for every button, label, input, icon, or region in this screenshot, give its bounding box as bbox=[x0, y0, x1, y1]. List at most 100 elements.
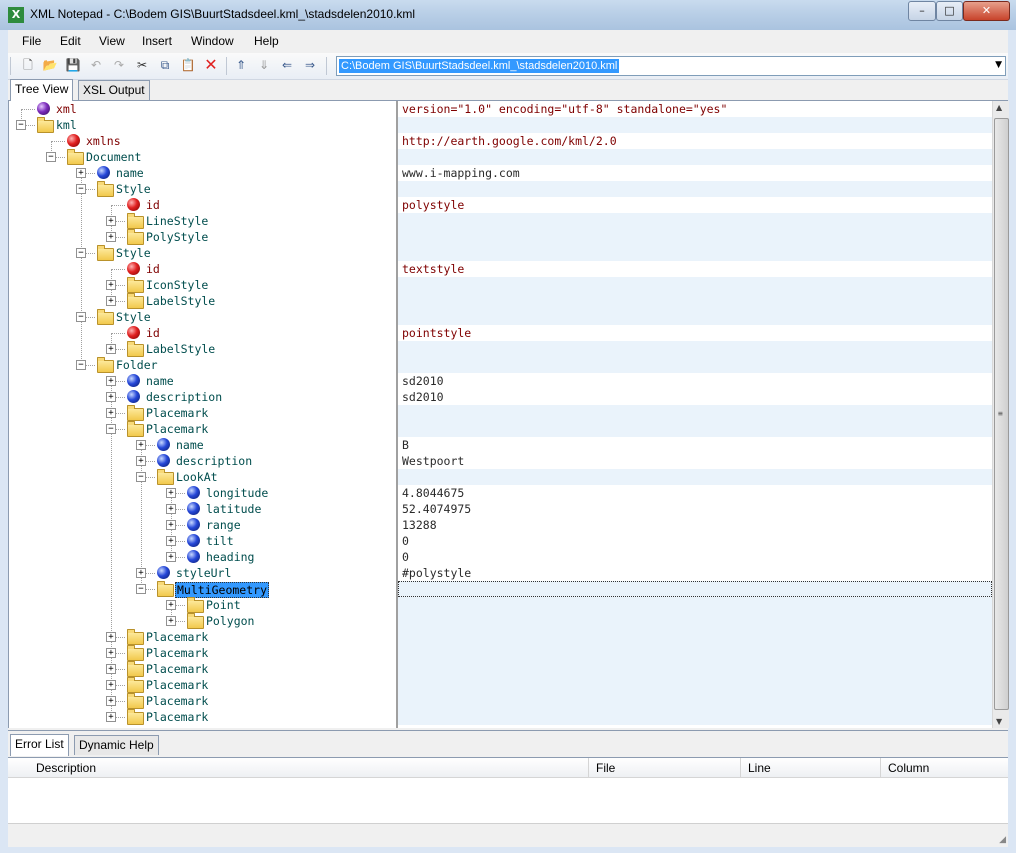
open-icon[interactable]: 📂 bbox=[42, 57, 58, 73]
expand-icon[interactable]: + bbox=[166, 520, 176, 530]
expand-icon[interactable]: + bbox=[166, 600, 176, 610]
tree-node-label[interactable]: Style bbox=[115, 246, 152, 260]
scrollbar-thumb[interactable]: ≡ bbox=[994, 118, 1009, 710]
node-value-row[interactable]: 0 bbox=[398, 549, 992, 565]
expand-icon[interactable]: + bbox=[166, 504, 176, 514]
redo-icon[interactable]: ↷ bbox=[111, 57, 127, 73]
expand-icon[interactable]: + bbox=[166, 488, 176, 498]
tree-node-labelstyle[interactable]: + LabelStyle bbox=[9, 293, 397, 309]
tree-node-lookat[interactable]: − LookAt bbox=[9, 469, 397, 485]
tree-node-id[interactable]: id bbox=[9, 261, 397, 277]
location-combobox[interactable]: C:\Bodem GIS\BuurtStadsdeel.kml_\stadsde… bbox=[336, 56, 1006, 76]
close-button[interactable]: ✕ bbox=[963, 1, 1010, 21]
node-value-row[interactable]: #polystyle bbox=[398, 565, 992, 581]
tree-node-label[interactable]: longitude bbox=[205, 486, 269, 500]
collapse-icon[interactable]: − bbox=[76, 184, 86, 194]
copy-icon[interactable]: ⧉ bbox=[157, 57, 173, 73]
expand-icon[interactable]: + bbox=[106, 680, 116, 690]
expand-icon[interactable]: + bbox=[136, 440, 146, 450]
expand-icon[interactable]: + bbox=[106, 392, 116, 402]
node-value-text[interactable]: 52.4074975 bbox=[402, 502, 471, 516]
tree-node-placemark[interactable]: + Placemark bbox=[9, 645, 397, 661]
tree-node-label[interactable]: Folder bbox=[115, 358, 159, 372]
minimize-button[interactable]: – bbox=[908, 1, 936, 21]
cut-icon[interactable]: ✂ bbox=[134, 57, 150, 73]
tree-node-label[interactable]: id bbox=[145, 262, 161, 276]
expand-icon[interactable]: + bbox=[136, 568, 146, 578]
nudge-left-icon[interactable]: ⇐ bbox=[279, 57, 295, 73]
tree-node-name[interactable]: + name bbox=[9, 165, 397, 181]
node-value-row[interactable] bbox=[398, 229, 992, 245]
node-value-row[interactable] bbox=[398, 629, 992, 645]
node-value-row[interactable] bbox=[398, 469, 992, 485]
tree-node-label[interactable]: Style bbox=[115, 310, 152, 324]
node-value-text[interactable]: textstyle bbox=[402, 262, 464, 276]
collapse-icon[interactable]: − bbox=[136, 584, 146, 594]
node-value-row[interactable]: polystyle bbox=[398, 197, 992, 213]
menu-edit[interactable]: Edit bbox=[60, 34, 81, 48]
scroll-down-arrow-icon[interactable]: ▼ bbox=[996, 717, 1002, 726]
tree-node-document[interactable]: − Document bbox=[9, 149, 397, 165]
tree-node-label[interactable]: description bbox=[175, 454, 253, 468]
node-value-row[interactable] bbox=[398, 149, 992, 165]
column-column[interactable]: Column bbox=[888, 761, 929, 775]
tree-node-label[interactable]: LabelStyle bbox=[145, 294, 216, 308]
tree-node-label[interactable]: LookAt bbox=[175, 470, 219, 484]
node-value-row[interactable] bbox=[398, 597, 992, 613]
node-value-row[interactable]: 0 bbox=[398, 533, 992, 549]
expand-icon[interactable]: + bbox=[106, 344, 116, 354]
tree-node-label[interactable]: Placemark bbox=[145, 694, 209, 708]
tree-node-label[interactable]: styleUrl bbox=[175, 566, 232, 580]
menu-insert[interactable]: Insert bbox=[142, 34, 172, 48]
expand-icon[interactable]: + bbox=[106, 664, 116, 674]
node-value-pane[interactable]: version="1.0" encoding="utf-8" standalon… bbox=[398, 101, 992, 728]
menu-file[interactable]: File bbox=[22, 34, 41, 48]
collapse-icon[interactable]: − bbox=[106, 424, 116, 434]
expand-icon[interactable]: + bbox=[106, 648, 116, 658]
node-value-row[interactable]: Westpoort bbox=[398, 453, 992, 469]
maximize-button[interactable]: □ bbox=[936, 1, 963, 21]
node-value-row[interactable]: sd2010 bbox=[398, 373, 992, 389]
tree-node-label[interactable]: Placemark bbox=[145, 662, 209, 676]
resize-grip-icon[interactable]: ◢ bbox=[999, 835, 1006, 845]
tree-node-linestyle[interactable]: + LineStyle bbox=[9, 213, 397, 229]
column-separator[interactable] bbox=[588, 758, 589, 777]
tree-node-xml[interactable]: xml bbox=[9, 101, 397, 117]
node-value-row[interactable] bbox=[398, 693, 992, 709]
menu-help[interactable]: Help bbox=[254, 34, 279, 48]
tree-node-heading[interactable]: + heading bbox=[9, 549, 397, 565]
tab-tree-view[interactable]: Tree View bbox=[10, 79, 74, 101]
tab-error-list[interactable]: Error List bbox=[10, 734, 69, 756]
tree-node-style[interactable]: − Style bbox=[9, 309, 397, 325]
node-value-row[interactable]: B bbox=[398, 437, 992, 453]
chevron-down-icon[interactable]: ▼ bbox=[995, 60, 1002, 70]
node-value-text[interactable]: http://earth.google.com/kml/2.0 bbox=[402, 134, 617, 148]
node-value-row[interactable] bbox=[398, 277, 992, 293]
column-separator[interactable] bbox=[880, 758, 881, 777]
collapse-icon[interactable]: − bbox=[16, 120, 26, 130]
tree-node-labelstyle[interactable]: + LabelStyle bbox=[9, 341, 397, 357]
expand-icon[interactable]: + bbox=[106, 408, 116, 418]
vertical-scrollbar[interactable]: ▲ ≡ ▼ bbox=[992, 101, 1009, 728]
node-value-text[interactable]: 0 bbox=[402, 534, 409, 548]
tree-node-label[interactable]: id bbox=[145, 198, 161, 212]
tree-node-placemark[interactable]: + Placemark bbox=[9, 629, 397, 645]
nudge-right-icon[interactable]: ⇒ bbox=[302, 57, 318, 73]
node-value-text[interactable]: sd2010 bbox=[402, 390, 444, 404]
node-value-row[interactable] bbox=[398, 405, 992, 421]
tree-node-label[interactable]: name bbox=[175, 438, 205, 452]
node-value-row[interactable] bbox=[398, 709, 992, 725]
tree-node-label[interactable]: xmlns bbox=[85, 134, 122, 148]
node-value-text[interactable]: www.i-mapping.com bbox=[402, 166, 520, 180]
tree-node-label[interactable]: MultiGeometry bbox=[175, 582, 270, 598]
node-value-text[interactable]: #polystyle bbox=[402, 566, 471, 580]
nudge-down-icon[interactable]: ⇓ bbox=[256, 57, 272, 73]
column-separator[interactable] bbox=[740, 758, 741, 777]
column-file[interactable]: File bbox=[596, 761, 615, 775]
save-icon[interactable]: 💾 bbox=[65, 57, 81, 73]
collapse-icon[interactable]: − bbox=[46, 152, 56, 162]
node-value-row[interactable]: pointstyle bbox=[398, 325, 992, 341]
tree-node-placemark[interactable]: + Placemark bbox=[9, 661, 397, 677]
node-value-row[interactable] bbox=[398, 661, 992, 677]
tree-node-label[interactable]: LabelStyle bbox=[145, 342, 216, 356]
